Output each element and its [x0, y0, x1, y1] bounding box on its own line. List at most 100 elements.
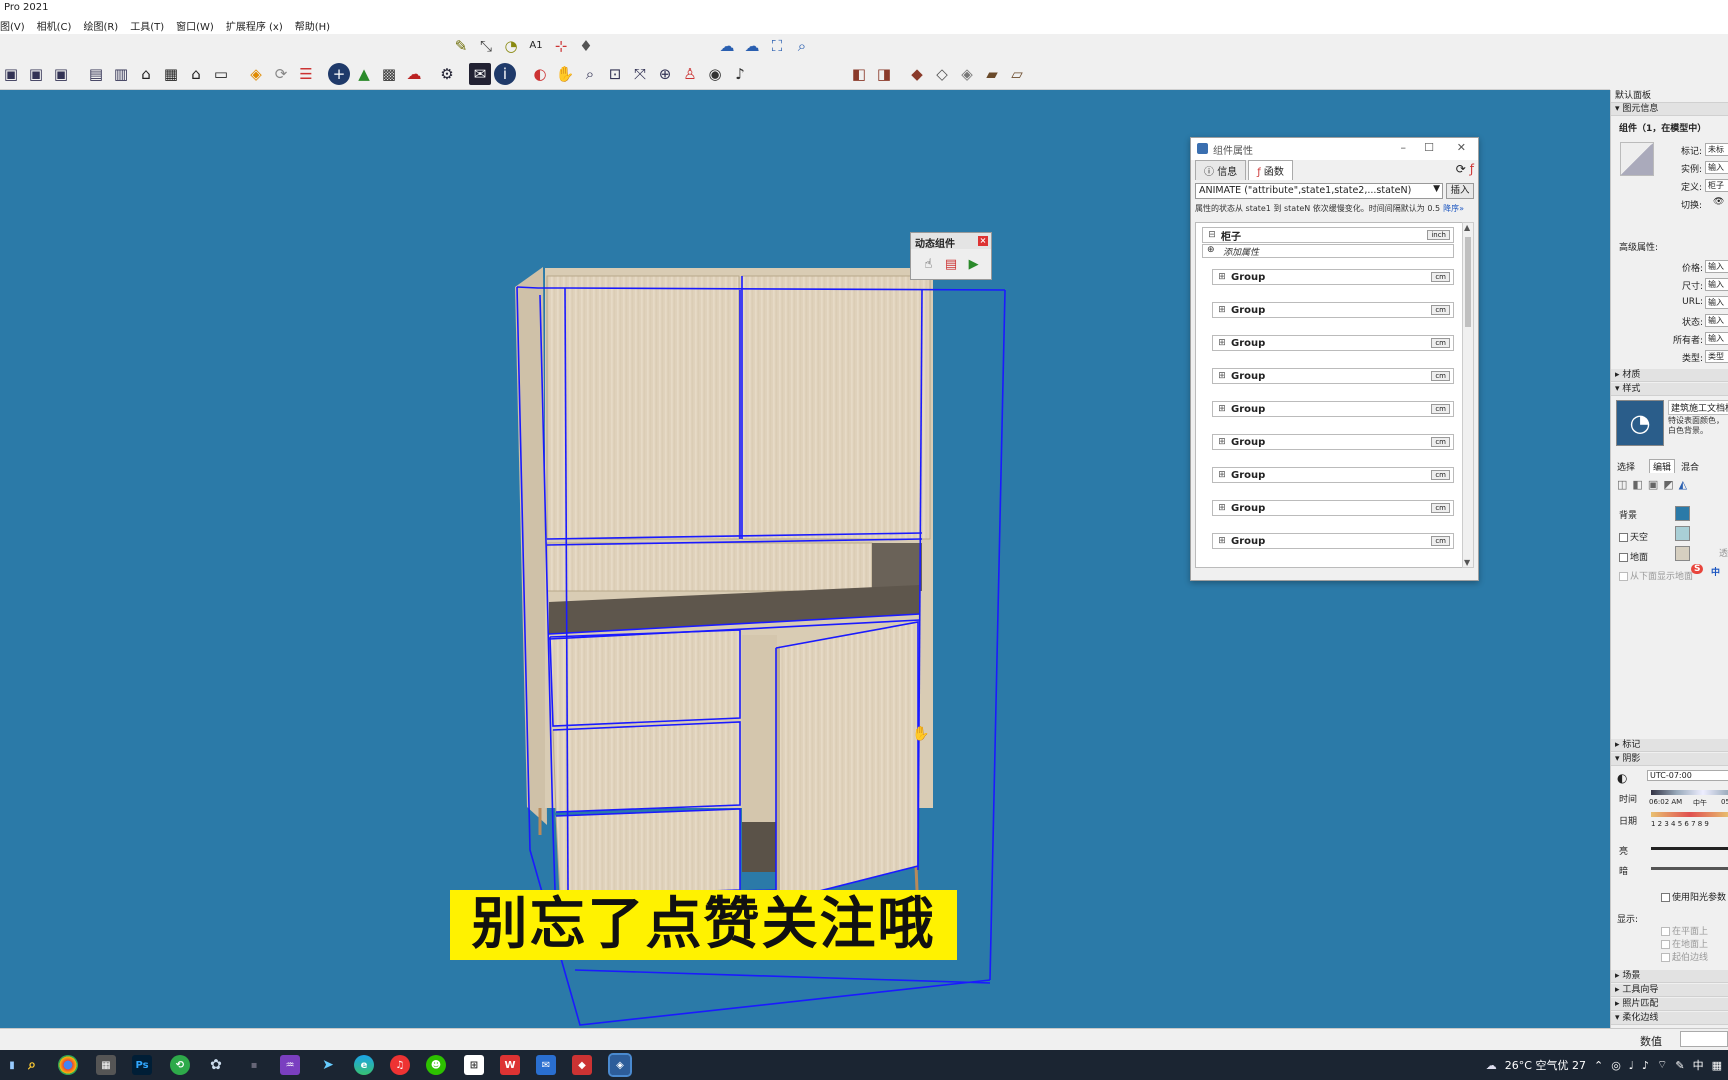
- zoom-extents-icon[interactable]: ⛶: [766, 35, 788, 57]
- tab-info[interactable]: ⓘ 信息: [1195, 160, 1247, 180]
- unit-toggle[interactable]: cm: [1431, 503, 1450, 513]
- shadow-toggle-icon[interactable]: ◐: [1617, 771, 1627, 785]
- orbit-icon[interactable]: ◐: [529, 63, 551, 85]
- advanced-attr-field[interactable]: 输入: [1705, 296, 1728, 309]
- house-outline-icon[interactable]: ⌂: [185, 63, 207, 85]
- match-photo-header[interactable]: ▸ 照片匹配: [1611, 998, 1728, 1011]
- dimension-icon[interactable]: ⤡: [475, 35, 497, 57]
- telegram-icon[interactable]: ➤: [318, 1055, 338, 1075]
- background-color-swatch[interactable]: [1675, 506, 1690, 521]
- microphone-icon[interactable]: ♩: [1629, 1059, 1634, 1072]
- instructor-header[interactable]: ▸ 工具向导: [1611, 984, 1728, 997]
- expand-icon[interactable]: ⊞: [1217, 305, 1227, 315]
- time-slider[interactable]: [1651, 790, 1728, 795]
- chrome-icon[interactable]: [58, 1055, 78, 1075]
- interact-tool-icon[interactable]: ☝: [919, 253, 938, 275]
- monochrome-style-icon[interactable]: ▱: [1006, 63, 1028, 85]
- pen-icon[interactable]: ✎: [1675, 1059, 1684, 1072]
- expand-icon[interactable]: ⊞: [1217, 272, 1227, 282]
- on-ground-toggle[interactable]: 在地面上: [1661, 937, 1708, 950]
- front-view-icon[interactable]: ▣: [50, 63, 72, 85]
- materials-header[interactable]: ▸ 材质: [1611, 369, 1728, 382]
- edge-settings-icon[interactable]: ◫: [1617, 478, 1627, 491]
- advanced-attr-field[interactable]: 输入: [1705, 314, 1728, 327]
- weather-text[interactable]: 26°C 空气优 27: [1505, 1057, 1586, 1073]
- network-icon[interactable]: ◎: [1611, 1059, 1621, 1072]
- face-settings-icon[interactable]: ◧: [1632, 478, 1642, 491]
- add-attribute-row[interactable]: ⊕ 添加属性: [1202, 244, 1454, 258]
- info-icon[interactable]: i: [494, 63, 516, 85]
- pan-icon[interactable]: ✋: [554, 63, 576, 85]
- background-settings-icon[interactable]: ▣: [1648, 478, 1658, 491]
- modeling-settings-icon[interactable]: ◭: [1679, 478, 1687, 491]
- from-edges-checkbox[interactable]: [1661, 953, 1670, 962]
- tape-measure-icon[interactable]: ✎: [450, 35, 472, 57]
- sky-toggle[interactable]: 天空: [1619, 530, 1648, 543]
- sketchup-icon[interactable]: ◈: [608, 1053, 632, 1077]
- on-faces-checkbox[interactable]: [1661, 927, 1670, 936]
- style-name[interactable]: 建筑施工文档样: [1668, 400, 1728, 415]
- advanced-attr-field[interactable]: 输入: [1705, 332, 1728, 345]
- expand-icon[interactable]: ⊞: [1217, 404, 1227, 414]
- group-row[interactable]: ⊞ Group cm: [1212, 269, 1454, 285]
- back-edges-style-icon[interactable]: ◨: [873, 63, 895, 85]
- unit-toggle[interactable]: cm: [1431, 338, 1450, 348]
- calculator-icon[interactable]: ▦: [96, 1055, 116, 1075]
- wps-icon[interactable]: W: [500, 1055, 520, 1075]
- ground-toggle[interactable]: 地面: [1619, 550, 1648, 563]
- xray-style-icon[interactable]: ◧: [848, 63, 870, 85]
- unit-toggle[interactable]: cm: [1431, 371, 1450, 381]
- settings-app-icon[interactable]: ✿: [206, 1055, 226, 1075]
- textured-style-icon[interactable]: ▰: [981, 63, 1003, 85]
- photoshop-icon[interactable]: Ps: [132, 1055, 152, 1075]
- minimize-icon[interactable]: –: [1401, 141, 1407, 154]
- instance-field[interactable]: 输入: [1705, 161, 1728, 174]
- blank-app-icon[interactable]: ▪: [244, 1055, 264, 1075]
- green-app-icon[interactable]: ⟲: [170, 1055, 190, 1075]
- group-row[interactable]: ⊞ Group cm: [1212, 401, 1454, 417]
- menu-help[interactable]: 帮助(H): [295, 16, 336, 34]
- unit-toggle[interactable]: cm: [1431, 305, 1450, 315]
- style-tab-select[interactable]: 选择: [1617, 460, 1635, 473]
- watermark-settings-icon[interactable]: ◩: [1663, 478, 1673, 491]
- walk-icon[interactable]: ♪: [729, 63, 751, 85]
- menu-camera[interactable]: 相机(C): [37, 16, 78, 34]
- advanced-attr-field[interactable]: 输入: [1705, 260, 1728, 273]
- group-row[interactable]: ⊞ Group cm: [1212, 368, 1454, 384]
- light-slider[interactable]: [1651, 847, 1728, 850]
- group-row[interactable]: ⊞ Group cm: [1212, 335, 1454, 351]
- more-link[interactable]: 降序»: [1443, 203, 1464, 214]
- soften-edges-header[interactable]: ▾ 柔化边线: [1611, 1012, 1728, 1025]
- menu-view[interactable]: 图(V): [0, 16, 31, 34]
- use-sun-checkbox[interactable]: [1661, 893, 1670, 902]
- start-icon[interactable]: ▮: [2, 1055, 22, 1075]
- collapse-icon[interactable]: ⊟: [1207, 230, 1217, 240]
- zoom-window2-icon[interactable]: ⊡: [604, 63, 626, 85]
- tree-icon[interactable]: ▲: [353, 63, 375, 85]
- sandbox-scratch-icon[interactable]: ☁: [741, 35, 763, 57]
- toggle-formula-icon[interactable]: ƒ: [1470, 162, 1474, 176]
- close-window-icon[interactable]: ✕: [1457, 141, 1466, 154]
- group-row[interactable]: ⊞ Group cm: [1212, 434, 1454, 450]
- group-row[interactable]: ⊞ Group cm: [1212, 533, 1454, 549]
- cloud-upload-icon[interactable]: ☁: [403, 63, 425, 85]
- mail-icon[interactable]: ✉: [469, 63, 491, 85]
- iso-view-icon[interactable]: ▣: [0, 63, 22, 85]
- show-ground-checkbox[interactable]: [1619, 572, 1628, 581]
- sketchup-layout-icon[interactable]: ◆: [572, 1055, 592, 1075]
- unit-toggle[interactable]: cm: [1431, 272, 1450, 282]
- component-attributes-icon[interactable]: ▶: [964, 253, 983, 275]
- checker-icon[interactable]: ▩: [378, 63, 400, 85]
- search-icon[interactable]: ⌕: [22, 1055, 42, 1075]
- ime-zh-icon[interactable]: 中: [1711, 565, 1720, 578]
- expand-icon[interactable]: ⊞: [1217, 371, 1227, 381]
- attr-scrollbar[interactable]: ▲ ▼: [1462, 222, 1474, 568]
- volume-icon[interactable]: ♪: [1642, 1059, 1649, 1072]
- group-row[interactable]: ⊞ Group cm: [1212, 302, 1454, 318]
- home-icon[interactable]: ⌂: [135, 63, 157, 85]
- ground-checkbox[interactable]: [1619, 553, 1628, 562]
- function-dropdown[interactable]: ANIMATE ("attribute",state1,state2,...st…: [1195, 183, 1443, 199]
- scroll-thumb[interactable]: [1465, 237, 1471, 327]
- advanced-attr-field[interactable]: 类型: [1705, 350, 1728, 363]
- extension-warehouse-icon[interactable]: ◈: [245, 63, 267, 85]
